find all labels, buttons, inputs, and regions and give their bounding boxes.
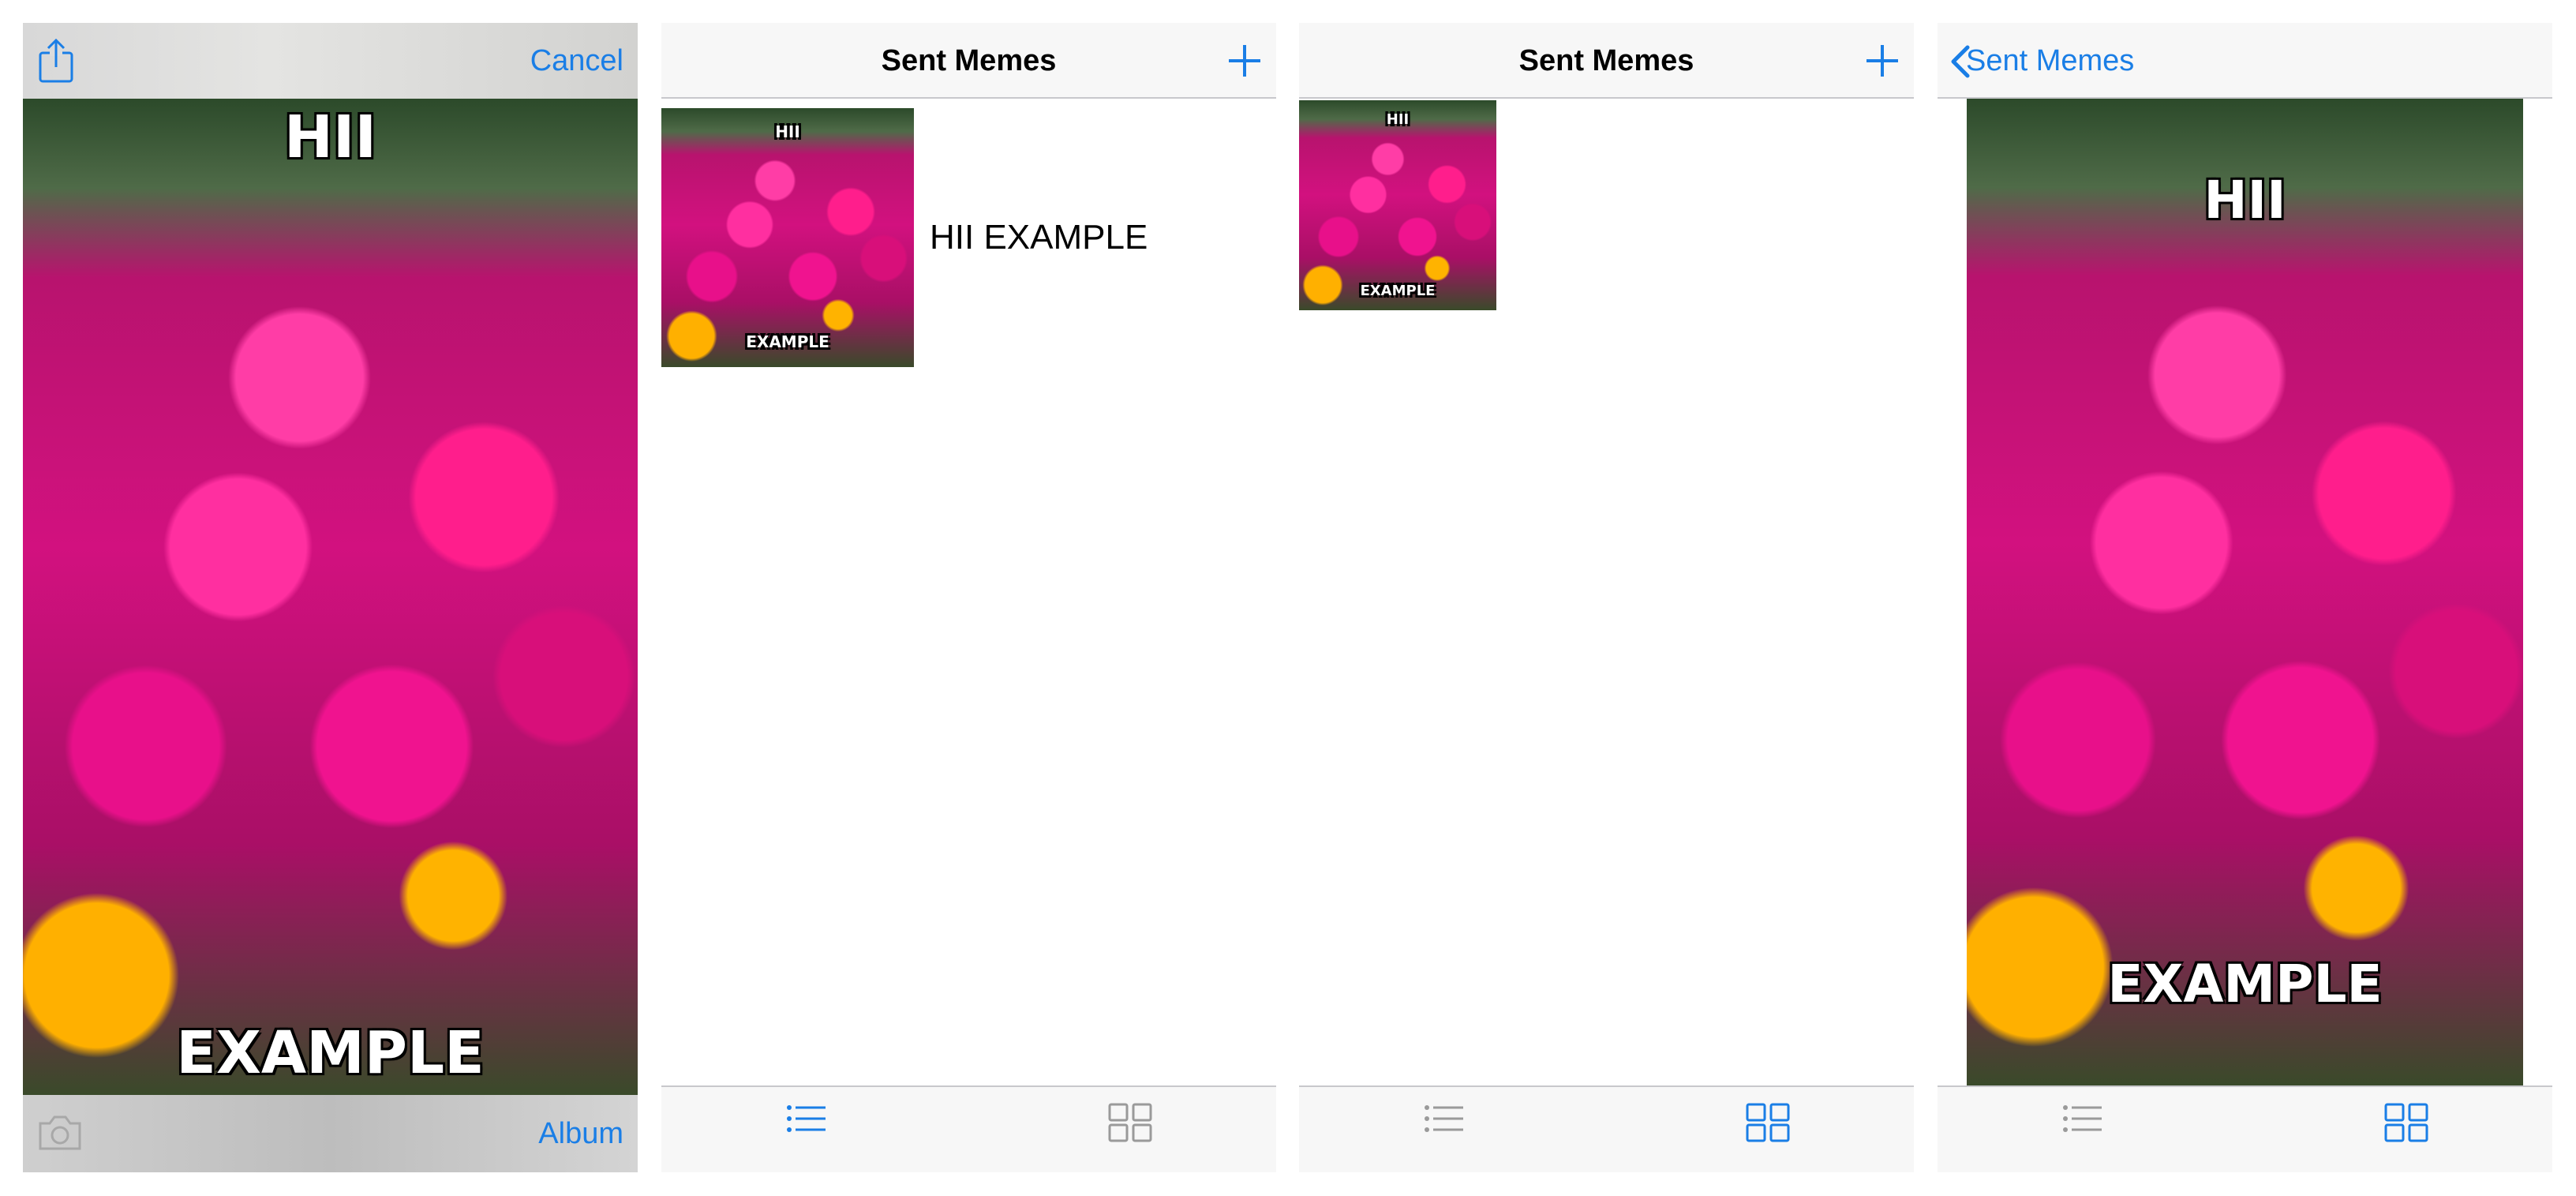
meme-detail-screen: HII EXAMPLE Sent Memes — [1938, 23, 2552, 1172]
album-button[interactable]: Album — [538, 1095, 623, 1172]
plus-icon[interactable] — [1224, 40, 1265, 81]
grid-cell[interactable]: HII EXAMPLE — [1299, 100, 1496, 310]
share-icon[interactable] — [37, 37, 75, 84]
navigation-bar: Sent Memes — [1938, 23, 2552, 99]
detail-top-text: HII — [2203, 170, 2286, 231]
grid-cell-bottom-text: EXAMPLE — [1360, 283, 1436, 299]
list-item-label: HII EXAMPLE — [930, 218, 1148, 257]
thumbnail-top-text: HII — [775, 122, 800, 141]
page-title: Sent Memes — [881, 44, 1057, 77]
bottom-text-field[interactable]: EXAMPLE — [23, 1019, 638, 1087]
back-button-label: Sent Memes — [1966, 44, 2135, 77]
tab-bar — [661, 1085, 1276, 1172]
thumbnail-bottom-text: EXAMPLE — [746, 332, 829, 351]
editor-bottom-toolbar: Album — [23, 1095, 638, 1172]
plus-icon[interactable] — [1862, 40, 1903, 81]
list-icon[interactable] — [2062, 1103, 2103, 1139]
sent-memes-grid-screen: Sent Memes HII EXAMPLE — [1299, 23, 1914, 1172]
navigation-bar: Sent Memes — [1299, 23, 1914, 99]
list-icon[interactable] — [1424, 1103, 1465, 1139]
editor-top-toolbar: Cancel — [23, 23, 638, 99]
cancel-button[interactable]: Cancel — [530, 23, 623, 99]
meme-thumbnail: HII EXAMPLE — [661, 108, 914, 367]
grid-icon[interactable] — [1746, 1103, 1790, 1142]
detail-bottom-text: EXAMPLE — [2107, 954, 2383, 1014]
grid-cell-top-text: HII — [1386, 111, 1410, 128]
list-item[interactable]: HII EXAMPLE HII EXAMPLE — [661, 108, 1276, 367]
navigation-bar: Sent Memes — [661, 23, 1276, 99]
tab-bar — [1938, 1085, 2552, 1172]
meme-image: HII EXAMPLE — [1967, 99, 2523, 1085]
meme-image: HII EXAMPLE — [23, 99, 638, 1095]
top-text-field[interactable]: HII — [23, 103, 638, 171]
grid-icon[interactable] — [2384, 1103, 2428, 1142]
list-icon[interactable] — [786, 1103, 827, 1139]
page-title: Sent Memes — [1518, 44, 1694, 77]
sent-memes-list-screen: Sent Memes HII EXAMPLE HII EXAMPLE — [661, 23, 1276, 1172]
meme-editor-screen: HII EXAMPLE Cancel Album — [23, 23, 638, 1172]
camera-icon[interactable] — [37, 1112, 83, 1152]
tab-bar — [1299, 1085, 1914, 1172]
grid-icon[interactable] — [1108, 1103, 1152, 1142]
